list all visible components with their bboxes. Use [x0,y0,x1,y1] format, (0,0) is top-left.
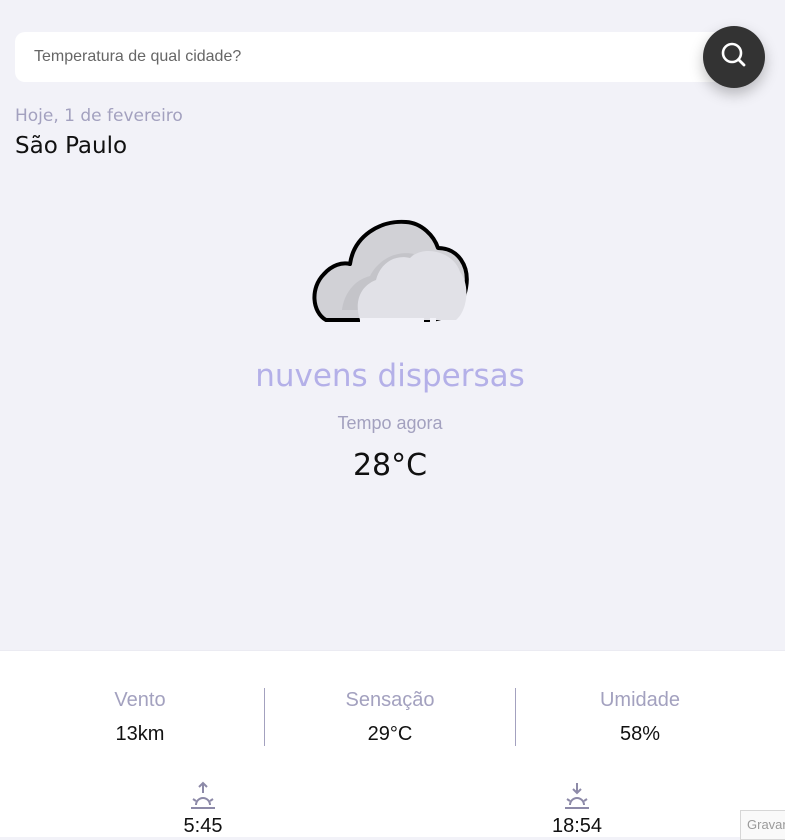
time-label: Tempo agora [337,413,443,433]
weather-description: nuvens dispersas [255,358,525,394]
search-button[interactable] [703,26,765,88]
search-bar [15,32,727,82]
sunrise-icon [163,781,243,811]
sunrise-time: 5:45 [183,815,223,837]
sunset-icon [537,781,617,811]
date-label: Hoje, 1 de fevereiro [15,106,183,126]
stat-label: Sensação [345,689,435,711]
stat-label: Vento [114,689,166,711]
sunset: 18:54 [537,781,617,838]
current-temperature: 28°C [352,448,428,483]
stat-value: 29°C [367,723,413,745]
city-name: São Paulo [15,133,128,159]
stat-label: Umidade [599,689,681,711]
sunrise: 5:45 [163,781,243,838]
stat-wind: Vento 13km [15,689,265,746]
search-icon [720,41,748,74]
sunset-time: 18:54 [551,815,603,837]
stat-value: 58% [619,723,661,745]
details-panel: Vento 13km Sensação 29°C Umidade 58% 5:4… [0,650,785,837]
cloud-icon [310,214,472,326]
stat-humidity: Umidade 58% [515,689,765,746]
recaptcha-label: Gravar [747,817,785,832]
search-input[interactable] [15,32,675,82]
stat-feels-like: Sensação 29°C [265,689,515,746]
stat-value: 13km [115,723,165,745]
